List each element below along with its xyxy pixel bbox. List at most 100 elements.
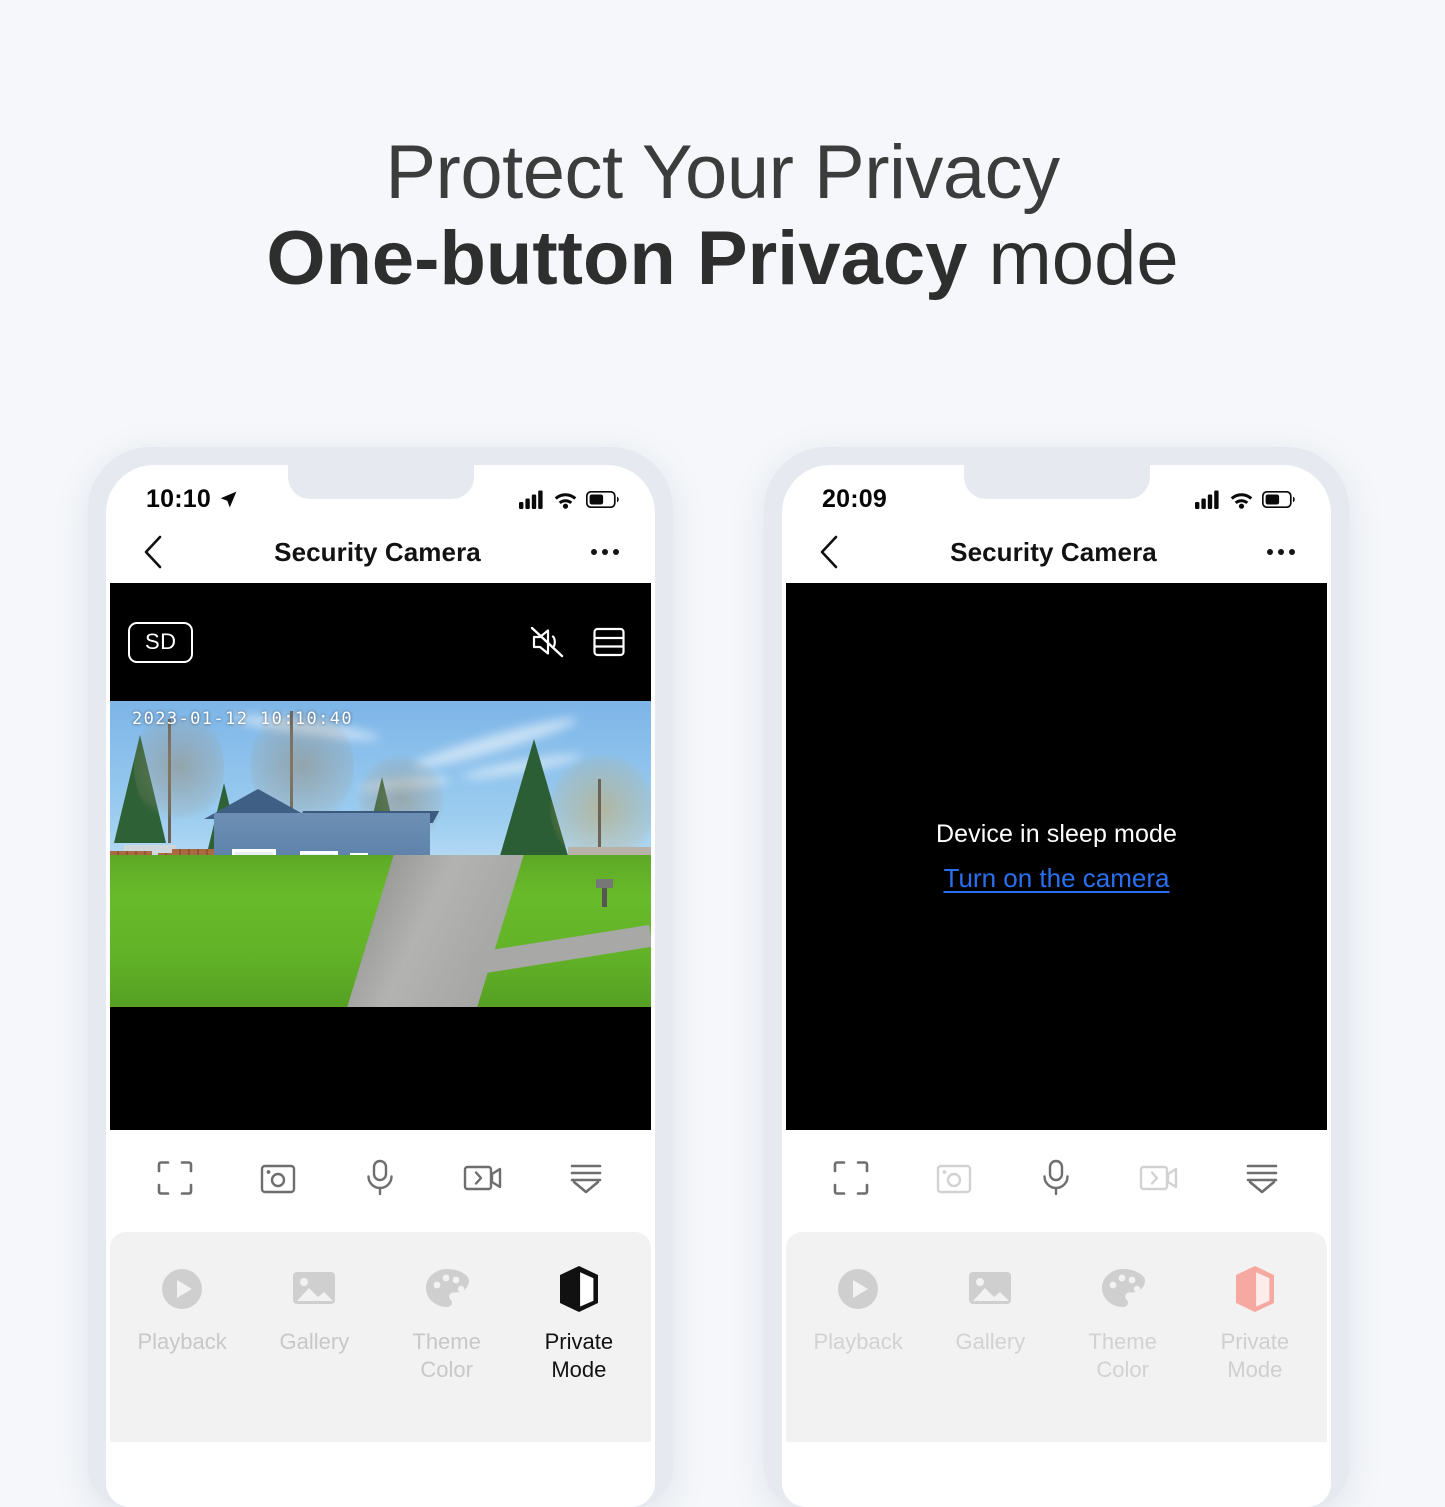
chevron-left-icon [820, 535, 838, 569]
mailbox [602, 885, 607, 907]
wifi-icon [554, 492, 577, 509]
more-horizontal-icon [1267, 549, 1273, 555]
camera-control-bar [106, 1130, 655, 1226]
page-title: Security Camera [274, 536, 481, 567]
feature-label: Playback [813, 1329, 903, 1354]
private-mode-shield-icon [556, 1262, 602, 1316]
page-headline: Protect Your Privacy One-button Privacy … [0, 130, 1445, 303]
nav-bar: Security Camera [106, 521, 655, 583]
record-button[interactable] [1132, 1151, 1186, 1205]
feature-panel: Playback Gallery Theme Color Private Mod… [786, 1232, 1327, 1442]
video-record-icon [463, 1165, 502, 1191]
play-circle-icon [834, 1262, 882, 1316]
feature-gallery[interactable]: Gallery [931, 1262, 1049, 1356]
video-overlay-actions [529, 625, 625, 659]
feature-label: Private Mode [544, 1329, 614, 1382]
more-horizontal-icon [613, 549, 619, 555]
feature-label: Theme Color [412, 1329, 481, 1382]
camera-snapshot-icon [260, 1164, 296, 1194]
mailbox [596, 879, 613, 888]
more-options-button[interactable] [583, 533, 627, 571]
status-time: 10:10 [146, 484, 211, 513]
video-overlay-toolbar: SD [110, 583, 651, 701]
feature-label: Playback [137, 1329, 227, 1354]
expand-more-button[interactable] [559, 1151, 613, 1205]
back-button[interactable] [134, 533, 172, 571]
status-time-group: 10:10 [146, 485, 239, 514]
play-circle-icon [158, 1262, 206, 1316]
cellular-signal-icon [1195, 490, 1219, 509]
expand-more-icon [1246, 1164, 1277, 1194]
feature-private-mode[interactable]: Private Mode [1196, 1262, 1314, 1383]
wifi-icon [1230, 492, 1253, 509]
fullscreen-button[interactable] [824, 1151, 878, 1205]
sleep-mode-message: Device in sleep mode Turn on the camera [786, 583, 1327, 1130]
nav-bar: Security Camera [782, 521, 1331, 583]
status-indicators [1195, 490, 1295, 509]
feature-gallery[interactable]: Gallery [255, 1262, 373, 1356]
phone-mockup-live: 10:10 Security Camera 2023-01-12 10:10:4… [88, 447, 673, 1507]
more-horizontal-icon [602, 549, 608, 555]
feature-theme-color[interactable]: Theme Color [1064, 1262, 1182, 1383]
tree [598, 779, 601, 857]
gallery-image-icon [290, 1262, 338, 1316]
phone-mockup-sleep: 20:09 Security Camera Device in sleep mo… [764, 447, 1349, 1507]
phone-screen-live: 10:10 Security Camera 2023-01-12 10:10:4… [106, 465, 655, 1507]
sleep-mode-text: Device in sleep mode [935, 819, 1177, 848]
video-player-live[interactable]: 2023-01-12 10:10:40 SD [110, 583, 651, 1130]
phone-notch [963, 465, 1150, 499]
headline-suffix: mode [967, 216, 1179, 302]
microphone-button[interactable] [1029, 1151, 1083, 1205]
microphone-icon [367, 1159, 394, 1196]
feature-label: Gallery [955, 1329, 1026, 1354]
page-title: Security Camera [950, 536, 1157, 567]
fullscreen-icon [833, 1161, 869, 1195]
expand-more-button[interactable] [1235, 1151, 1289, 1205]
headline-line-2: One-button Privacy mode [0, 215, 1445, 303]
battery-icon [586, 490, 619, 508]
camera-snapshot-icon [936, 1164, 972, 1194]
speaker-muted-icon[interactable] [529, 625, 565, 659]
quality-badge-sd[interactable]: SD [128, 621, 194, 663]
gallery-image-icon [966, 1262, 1014, 1316]
feature-label: Gallery [279, 1329, 350, 1354]
feature-panel: Playback Gallery Theme Color Private Mod… [110, 1232, 651, 1442]
headline-line-1: Protect Your Privacy [385, 130, 1060, 215]
microphone-icon [1043, 1159, 1070, 1196]
snapshot-button[interactable] [927, 1151, 981, 1205]
video-timestamp: 2023-01-12 10:10:40 [132, 709, 354, 729]
battery-icon [1262, 490, 1295, 508]
feature-private-mode[interactable]: Private Mode [520, 1262, 638, 1383]
more-horizontal-icon [1289, 549, 1295, 555]
location-arrow-icon [220, 491, 237, 507]
more-horizontal-icon [591, 549, 597, 555]
status-time: 20:09 [822, 484, 887, 513]
chevron-left-icon [144, 535, 162, 569]
turn-on-camera-link[interactable]: Turn on the camera [944, 863, 1170, 894]
feature-label: Private Mode [1220, 1329, 1290, 1382]
phone-screen-sleep: 20:09 Security Camera Device in sleep mo… [782, 465, 1331, 1507]
camera-live-image [110, 701, 651, 1007]
status-indicators [519, 490, 619, 509]
back-button[interactable] [810, 533, 848, 571]
status-time-group: 20:09 [822, 485, 887, 514]
palette-icon [423, 1262, 471, 1316]
video-player-sleep[interactable]: Device in sleep mode Turn on the camera [786, 583, 1327, 1130]
microphone-button[interactable] [353, 1151, 407, 1205]
feature-label: Theme Color [1088, 1329, 1157, 1382]
feature-theme-color[interactable]: Theme Color [388, 1262, 506, 1383]
headline-emphasis: One-button Privacy [266, 216, 968, 302]
feature-playback[interactable]: Playback [123, 1262, 241, 1356]
fullscreen-button[interactable] [148, 1151, 202, 1205]
more-options-button[interactable] [1259, 533, 1303, 571]
video-record-icon [1139, 1165, 1178, 1191]
palette-icon [1099, 1262, 1147, 1316]
phone-notch [287, 465, 474, 499]
cellular-signal-icon [519, 490, 543, 509]
snapshot-button[interactable] [251, 1151, 305, 1205]
split-view-icon[interactable] [593, 627, 625, 657]
record-button[interactable] [456, 1151, 510, 1205]
feature-playback[interactable]: Playback [799, 1262, 917, 1356]
fullscreen-icon [157, 1161, 193, 1195]
expand-more-icon [570, 1164, 601, 1194]
